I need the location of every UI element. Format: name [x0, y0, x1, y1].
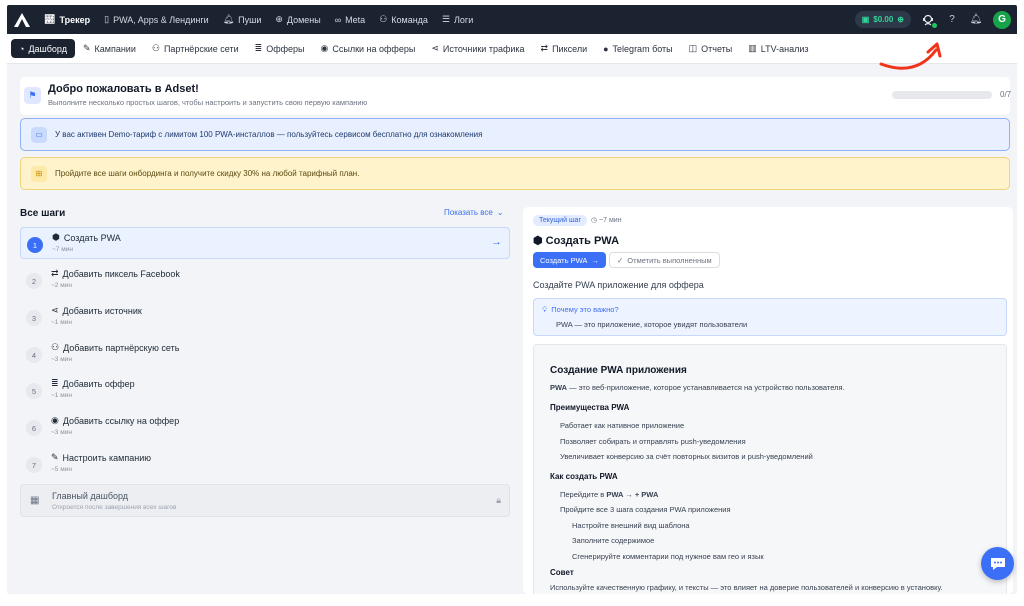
- lightbulb-icon: 💡︎: [542, 305, 548, 314]
- subnav-item-campaigns[interactable]: ✎ Кампании: [75, 39, 144, 58]
- gauge-icon: ◔: [19, 43, 25, 54]
- subnav-item-reports[interactable]: ◫ Отчеты: [681, 39, 741, 58]
- report-icon: ◫: [688, 43, 698, 53]
- topnav-item-domains[interactable]: ⊕ Домены: [268, 5, 327, 34]
- app-window: 📈︎ Трекер ▯ PWA, Apps & Лендинги 🔔︎ Пуши ⊕ Д…: [7, 5, 1017, 594]
- why-important-box: 💡︎ Почему это важно? PWA — это приложение…: [533, 298, 1007, 336]
- welcome-title: Добро пожаловать в Adset!: [48, 83, 199, 95]
- pin-icon: ◉: [51, 415, 59, 425]
- subnav-item-ltv[interactable]: ▥ LTV-анализ: [740, 39, 816, 58]
- card-icon: ▭: [31, 126, 47, 143]
- clock-icon: ◷: [591, 217, 600, 224]
- team-icon: ⚇: [379, 14, 388, 24]
- section-navigation: ◔ Дашборд ✎ Кампании ⚇ Партнёрские сети ≣ Оф…: [7, 34, 1017, 64]
- grid-icon: ▦: [30, 495, 40, 506]
- top-navigation: 📈︎ Трекер ▯ PWA, Apps & Лендинги 🔔︎ Пуши ⊕ Д…: [7, 5, 1017, 34]
- globe-icon: ⊕: [275, 14, 283, 24]
- bell-icon: 🔔︎: [222, 14, 235, 24]
- subnav-item-offer-links[interactable]: ◉ Ссылки на офферы: [313, 39, 424, 58]
- create-pwa-button[interactable]: Создать PWA →: [533, 252, 606, 268]
- step-item[interactable]: 6 ◉ Добавить ссылку на оффер ~3 мин: [20, 411, 510, 443]
- current-step-panel: Текущий шаг ◷ ~7 мин ⬢ Создать PWA Созда…: [523, 207, 1013, 594]
- balance-pill[interactable]: ▣ $0.00 ⊕: [854, 11, 911, 28]
- flag-icon: ⚑: [24, 87, 41, 104]
- gift-icon: ⊞: [31, 165, 47, 182]
- subnav-item-affiliate-networks[interactable]: ⚇ Партнёрские сети: [144, 39, 247, 58]
- plus-circle-icon: ⊕: [897, 15, 904, 24]
- step-item[interactable]: 7 ✎ Настроить кампанию ~5 мин: [20, 448, 510, 480]
- stack-icon: ≣: [254, 43, 263, 53]
- bars-icon: ▥: [748, 43, 757, 53]
- onboarding-progress-count: 0/7: [1000, 90, 1012, 99]
- handshake-icon: ⚇: [151, 43, 160, 53]
- chat-widget-button[interactable]: [981, 547, 1014, 580]
- arrow-right-icon: →: [491, 236, 502, 248]
- topnav-item-tracker[interactable]: 📈︎ Трекер: [37, 5, 97, 34]
- topnav-item-logs[interactable]: ☰ Логи: [435, 5, 480, 34]
- share-icon: ⋖: [431, 43, 439, 53]
- onboarding-progress-bar: [892, 91, 992, 99]
- notification-bell-icon[interactable]: 🔔︎: [969, 13, 983, 27]
- guide-heading: Создание PWA приложения: [550, 365, 687, 376]
- android-icon: ⬢: [533, 235, 546, 247]
- edit-icon: ✎: [82, 43, 91, 53]
- topnav-item-meta[interactable]: ∞ Meta: [328, 5, 372, 34]
- online-dot: [932, 22, 937, 28]
- share-icon: ⋖: [51, 305, 59, 315]
- arrow-right-icon: →: [591, 255, 599, 265]
- main-dashboard-locked: ▦ Главный дашборд Откроется после заверш…: [20, 484, 510, 517]
- discount-banner: ⊞ Пройдите все шаги онбординга и получит…: [20, 157, 1010, 190]
- chart-icon: 📈︎: [44, 14, 56, 24]
- step-item[interactable]: 3 ⋖ Добавить источник ~1 мин: [20, 301, 510, 333]
- step-item[interactable]: 4 ⚇ Добавить партнёрскую сеть ~3 мин: [20, 338, 510, 370]
- adset-logo[interactable]: [7, 5, 37, 34]
- topnav-item-pwa[interactable]: ▯ PWA, Apps & Лендинги: [97, 5, 216, 34]
- current-step-badge: Текущий шаг: [533, 215, 588, 226]
- subnav-item-pixels[interactable]: ⇄ Пиксели: [533, 39, 596, 58]
- infinity-icon: ∞: [334, 14, 342, 25]
- pin-icon: ◉: [320, 43, 329, 53]
- steps-title: Все шаги: [20, 208, 66, 219]
- guide-content: Создание PWA приложения PWA — это веб-пр…: [533, 344, 1007, 594]
- annotation-arrow: [879, 42, 942, 70]
- subnav-item-dashboard[interactable]: ◔ Дашборд: [11, 39, 75, 58]
- telegram-icon: ●: [603, 43, 609, 54]
- edit-icon: ✎: [51, 452, 59, 462]
- swap-icon: ⇄: [51, 268, 59, 278]
- show-all-link[interactable]: Показать все ⌄: [444, 208, 504, 217]
- handshake-icon: ⚇: [51, 342, 60, 352]
- support-agent-icon[interactable]: [921, 13, 937, 28]
- panel-title: ⬢ Создать PWA: [533, 235, 620, 247]
- chat-bubble-icon: [990, 557, 1005, 570]
- step-item[interactable]: 1 ⬢ Создать PWA ~7 мин →: [20, 227, 510, 259]
- check-icon: ✓: [617, 255, 624, 265]
- welcome-card: ⚑ Добро пожаловать в Adset! Выполните не…: [20, 77, 1012, 115]
- topnav-item-team[interactable]: ⚇ Команда: [372, 5, 435, 34]
- list-icon: ☰: [441, 14, 451, 24]
- lock-icon: 🔒︎: [496, 495, 501, 505]
- wallet-icon: ▣: [861, 15, 870, 24]
- help-icon[interactable]: ?: [945, 13, 959, 27]
- phone-icon: ▯: [104, 14, 110, 24]
- panel-description: Создайте PWA приложение для оффера: [533, 280, 704, 290]
- demo-tariff-banner: ▭ У вас активен Demo-тариф с лимитом 100…: [20, 118, 1010, 151]
- swap-icon: ⇄: [540, 43, 549, 53]
- android-icon: ⬢: [52, 232, 60, 242]
- mark-done-button[interactable]: ✓ Отметить выполненным: [609, 252, 720, 268]
- subnav-item-traffic-sources[interactable]: ⋖ Источники трафика: [423, 39, 532, 58]
- chevron-down-icon: ⌄: [496, 208, 504, 217]
- subnav-item-telegram-bots[interactable]: ● Telegram боты: [595, 39, 681, 58]
- stack-icon: ≣: [51, 378, 59, 388]
- user-avatar[interactable]: G: [993, 10, 1011, 29]
- step-item[interactable]: 5 ≣ Добавить оффер ~1 мин: [20, 374, 510, 406]
- topnav-right: ▣ $0.00 ⊕ ? 🔔︎ G: [854, 5, 1011, 34]
- topnav-item-push[interactable]: 🔔︎ Пуши: [216, 5, 269, 34]
- step-item[interactable]: 2 ⇄ Добавить пиксель Facebook ~2 мин: [20, 264, 510, 296]
- welcome-subtitle: Выполните несколько простых шагов, чтобы…: [48, 98, 368, 107]
- subnav-item-offers[interactable]: ≣ Офферы: [247, 39, 313, 58]
